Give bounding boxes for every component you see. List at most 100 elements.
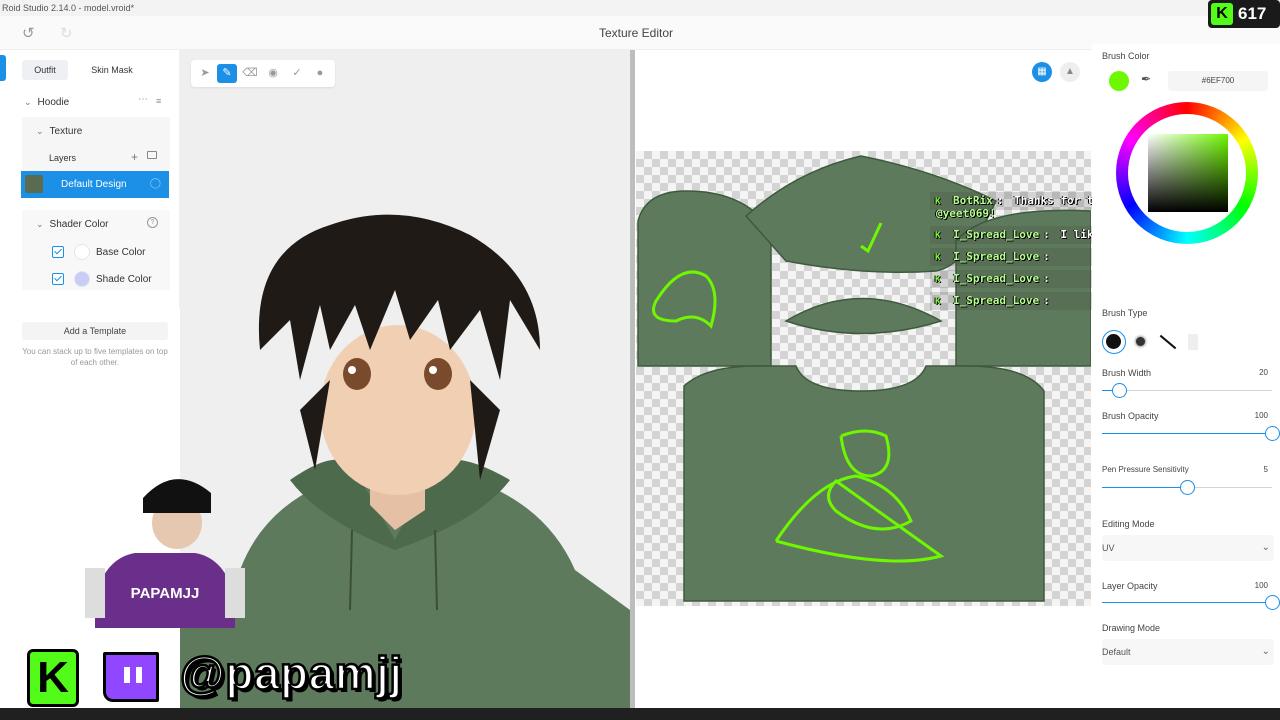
brush-type-label: Brush Type [1102, 308, 1148, 318]
layer-default-design[interactable]: Default Design ◯ [21, 171, 169, 198]
tab-outfit[interactable]: Outfit [22, 60, 68, 80]
shade-color-checkbox[interactable] [52, 273, 64, 285]
fill-icon[interactable]: ◉ [263, 64, 283, 83]
avatar-eye-left-shine [348, 366, 356, 374]
brush-opacity-label: Brush Opacity [1102, 411, 1159, 421]
template-hint: You can stack up to five templates on to… [22, 347, 168, 367]
chat-user: I_Spread_Love [953, 272, 1040, 285]
brush-width-label: Brush Width [1102, 368, 1152, 378]
add-layer-icon[interactable]: + [131, 150, 138, 164]
base-color-label: Base Color [96, 247, 146, 258]
brush-type-texture[interactable] [1188, 334, 1198, 350]
left-panel: Outfit Skin Mask ⌄ Hoodie ⋯ ≡ ⌄ Texture La… [10, 50, 180, 308]
chevron-down-icon: ⌄ [36, 219, 44, 229]
more-icon[interactable]: ⋯ [138, 94, 148, 105]
brush-opacity-slider[interactable] [1102, 426, 1280, 441]
layers-label: Layers [49, 153, 77, 163]
editing-mode-select[interactable]: UV ⌄ [1102, 535, 1274, 561]
slider-knob[interactable] [1112, 383, 1127, 398]
streamer-shirt-text: PAPAMJJ [131, 585, 200, 602]
editing-mode-value: UV [1102, 543, 1115, 553]
brush-type-pen[interactable] [1159, 334, 1177, 350]
brush-opacity-value[interactable]: 100 [1255, 411, 1268, 420]
avatar-eye-right-shine [429, 366, 437, 374]
brush-color-swatch[interactable] [1109, 71, 1129, 91]
brush-color-label: Brush Color [1102, 51, 1150, 61]
blur-icon[interactable]: ● [310, 64, 330, 83]
drawing-toolbar: ➤ ✎ ⌫ ◉ ✓ ● [191, 60, 335, 87]
pen-pressure-label: Pen Pressure Sensitivity [1102, 465, 1189, 474]
layer-opacity-slider[interactable] [1102, 595, 1280, 610]
shade-color-swatch[interactable] [74, 271, 90, 287]
streamer-sleeve-right [225, 568, 245, 618]
window-title: Roid Studio 2.14.0 - model.vroid* [2, 3, 135, 13]
item-label: Hoodie [37, 97, 70, 108]
slider-fill [1102, 602, 1272, 603]
slider-knob[interactable] [1265, 595, 1280, 610]
streamer-sleeve-left [85, 568, 105, 618]
left-side-indicator [0, 55, 6, 81]
chevron-down-icon: ⌄ [24, 97, 32, 107]
viewer-count-badge: K 617 [1208, 0, 1280, 28]
avatar-render [180, 214, 630, 708]
brush-width-value[interactable]: 20 [1259, 368, 1268, 377]
slider-knob[interactable] [1265, 426, 1280, 441]
grid-icon[interactable]: ▦ [1032, 62, 1052, 82]
eraser-icon[interactable]: ⌫ [240, 64, 260, 83]
layer-opacity-value[interactable]: 100 [1255, 581, 1268, 590]
brush-type-round[interactable] [1102, 330, 1126, 354]
kick-icon: K [935, 253, 941, 263]
avatar-eye-right [424, 358, 452, 390]
model-viewport[interactable] [180, 50, 630, 708]
eye-icon[interactable]: ◯ [150, 178, 161, 189]
chat-user: @yeet069! [936, 207, 996, 220]
drawing-mode-label: Drawing Mode [1102, 623, 1161, 633]
tab-skin-mask[interactable]: Skin Mask [76, 60, 148, 80]
uv-body [683, 365, 1045, 602]
brush-color-hex[interactable]: #6EF700 [1168, 71, 1268, 91]
slider-fill [1102, 487, 1187, 488]
layer-thumbnail [25, 175, 43, 193]
drawing-mode-value: Default [1102, 647, 1131, 657]
kick-icon: K [935, 231, 941, 241]
layer-opacity-label: Layer Opacity [1102, 581, 1158, 591]
kick-icon: K [935, 297, 941, 307]
section-texture[interactable]: ⌄ Texture [36, 126, 82, 137]
right-panel: Brush Color ✒ #6EF700 Brush Type Brush W… [1092, 44, 1280, 674]
pen-pressure-value[interactable]: 5 [1264, 465, 1268, 474]
avatar-face [320, 325, 476, 495]
add-template-button[interactable]: Add a Template [22, 322, 168, 340]
eyedropper-icon[interactable]: ✒ [1141, 72, 1151, 86]
layer-name: Default Design [61, 179, 127, 190]
picker-icon[interactable]: ✓ [287, 64, 307, 83]
brush-type-soft[interactable] [1136, 337, 1145, 346]
image-layer-icon[interactable] [147, 151, 157, 159]
color-square[interactable] [1148, 134, 1228, 212]
mirror-icon[interactable]: ▲ [1060, 62, 1080, 82]
select-icon[interactable]: ➤ [195, 64, 215, 83]
help-icon[interactable]: ? [147, 217, 158, 228]
base-color-swatch[interactable] [74, 244, 90, 260]
chat-user: I_Spread_Love [953, 250, 1040, 263]
uv-hood-lower [784, 297, 943, 335]
chat-user: I_Spread_Love [953, 294, 1040, 307]
chevron-down-icon: ⌄ [36, 126, 44, 136]
os-taskbar [0, 708, 1280, 720]
twitch-logo [103, 652, 159, 702]
section-shader-color[interactable]: ⌄ Shader Color [36, 219, 108, 230]
drawing-mode-select[interactable]: Default ⌄ [1102, 639, 1274, 665]
slider-fill [1102, 433, 1272, 434]
kick-icon: K [935, 275, 941, 285]
base-color-checkbox[interactable] [52, 246, 64, 258]
kick-logo: K [27, 649, 79, 707]
page-title: Texture Editor [598, 26, 674, 40]
editing-mode-label: Editing Mode [1102, 519, 1155, 529]
settings-icon[interactable]: ≡ [156, 96, 161, 106]
slider-knob[interactable] [1180, 480, 1195, 495]
app-header: ↺ ↻ Texture Editor [0, 16, 1280, 50]
pen-pressure-slider[interactable] [1102, 480, 1272, 495]
brush-width-slider[interactable] [1102, 383, 1272, 398]
streamer-avatar: PAPAMJJ [85, 479, 245, 628]
item-row-hoodie[interactable]: ⌄ Hoodie [24, 97, 69, 108]
pen-icon[interactable]: ✎ [217, 64, 237, 83]
